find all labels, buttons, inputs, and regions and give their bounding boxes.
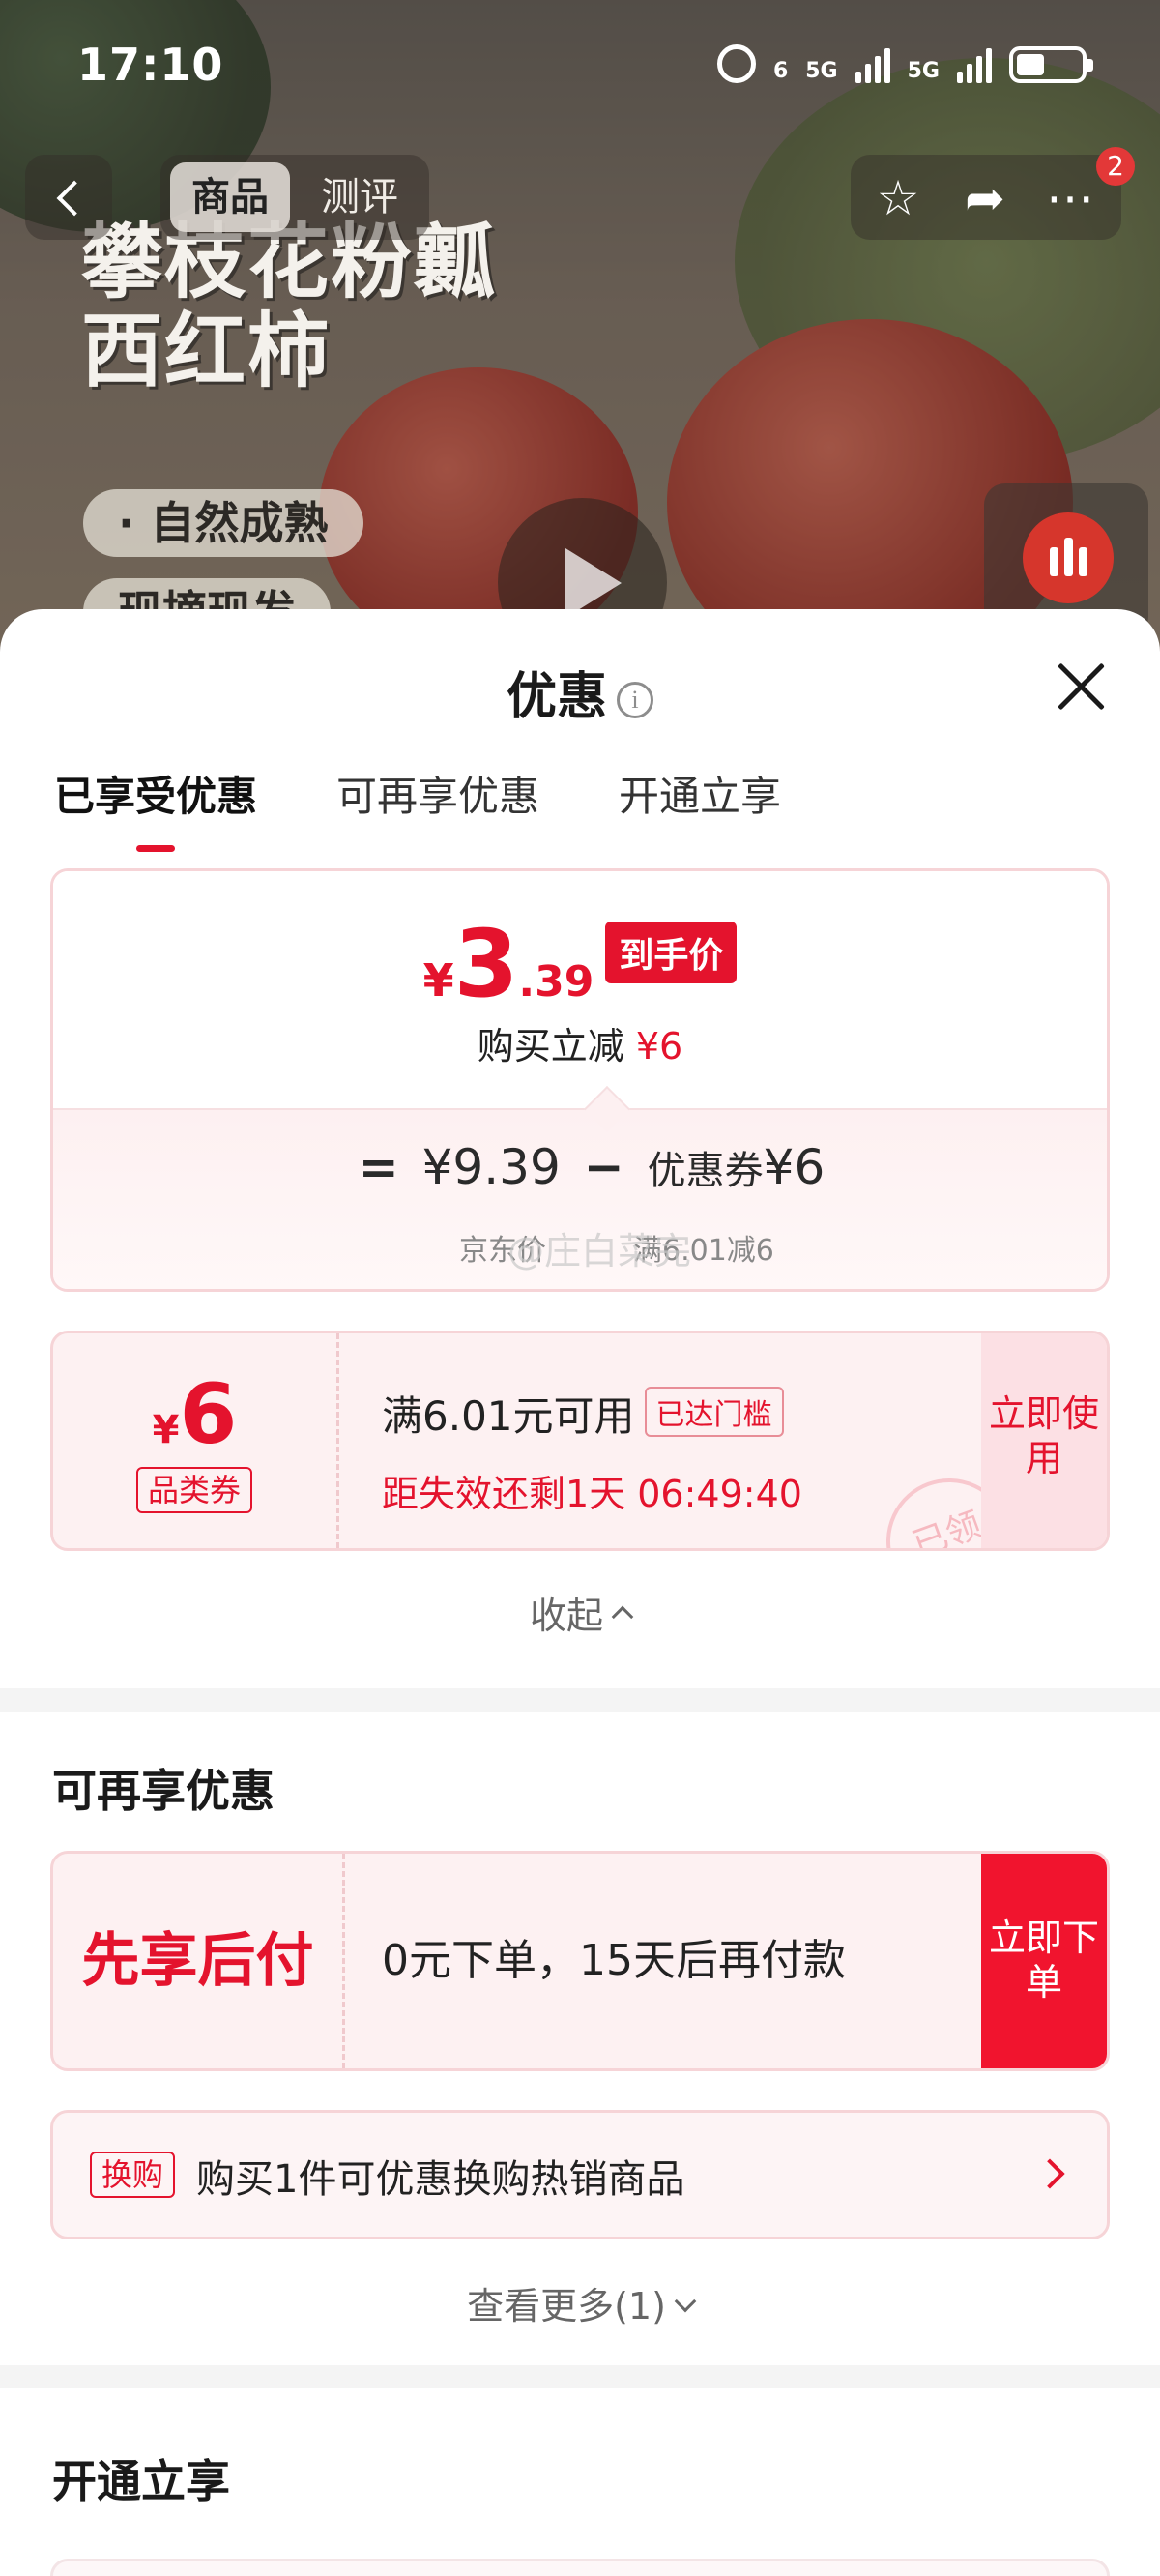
coupon-condition-text: 满6.01元可用 <box>382 1392 635 1440</box>
currency-symbol: ¥ <box>422 954 454 1007</box>
trade-in-text: 购买1件可优惠换购热销商品 <box>196 2157 685 2202</box>
info-icon[interactable]: i <box>617 682 653 718</box>
bnpl-title: 先享后付 <box>53 1854 345 2068</box>
category-coupon-card[interactable]: ¥6 品类券 满6.01元可用 已达门槛 距失效还剩1天 06:49:40 已领 … <box>50 1331 1110 1551</box>
section-title: 开通立享 <box>52 2455 230 2507</box>
section-title: 可再享优惠 <box>52 1765 275 1817</box>
watermark: @庄白菜完 <box>508 1230 692 1273</box>
price-breakdown: = ¥9.39− 优惠券¥6 京东价 满6.01减6 @庄白菜完 <box>53 1085 1107 1289</box>
price-summary: ¥3.39到手价 购买立减 ¥6 <box>53 871 1107 1108</box>
tab-product[interactable]: 商品 <box>170 162 290 232</box>
instant-discount: 购买立减 ¥6 <box>53 1016 1107 1069</box>
view-more-label: 查看更多(1) <box>467 2285 666 2327</box>
chart-bars-icon <box>1023 512 1114 603</box>
sheet-title: 优惠 <box>506 668 607 726</box>
final-price: ¥3.39到手价 <box>53 910 1107 1018</box>
notification-badge: 2 <box>1096 147 1135 186</box>
sheet-tabs: 已享受优惠 可再享优惠 开通立享 <box>54 764 781 852</box>
section-divider <box>0 1688 1160 1712</box>
coupon-condition: 满6.01元可用 已达门槛 <box>382 1384 802 1443</box>
use-now-button[interactable]: 立即使用 <box>981 1333 1107 1548</box>
coupon-expiry: 距失效还剩1天 06:49:40 <box>382 1473 802 1515</box>
coupon-label: 优惠券 <box>647 1149 764 1193</box>
sheet-header: 优惠 i <box>0 656 1160 728</box>
bnpl-description: 0元下单，15天后再付款 <box>382 1936 846 1985</box>
collapse-button[interactable]: 收起 <box>0 1586 1160 1639</box>
discount-sheet: 优惠 i 已享受优惠 可再享优惠 开通立享 ¥3.39到手价 购买立减 ¥6 = ¥… <box>0 609 1160 2576</box>
wifi-icon: 6 <box>772 59 789 83</box>
chevron-up-icon <box>611 1605 634 1628</box>
close-button[interactable] <box>1052 658 1110 716</box>
final-price-tag: 到手价 <box>605 922 738 983</box>
coupon-amount: ¥6 <box>763 1139 826 1195</box>
view-more-button[interactable]: 查看更多(1) <box>0 2276 1160 2329</box>
hero-title: 攀枝花粉瓤 西红柿 <box>81 218 497 395</box>
collapse-label: 收起 <box>529 1595 603 1637</box>
hero-chip: · 自然成熟 <box>83 489 363 557</box>
jd-price: ¥9.39 <box>421 1139 561 1195</box>
top-actions: ☆ ➦ ⋯ 2 <box>851 147 1135 240</box>
network-type-label: 5G <box>907 59 940 83</box>
trade-in-card[interactable]: 换购 购买1件可优惠换购热销商品 <box>50 2110 1110 2239</box>
coupon-amount: ¥6 <box>53 1366 336 1463</box>
signal-icon <box>957 44 992 83</box>
tab-enjoyed-discounts[interactable]: 已享受优惠 <box>54 764 257 852</box>
order-now-button[interactable]: 立即下单 <box>981 1854 1107 2068</box>
tab-more-discounts[interactable]: 可再享优惠 <box>336 764 539 823</box>
coupon-value: ¥6 品类券 <box>53 1333 339 1548</box>
battery-icon <box>1009 46 1093 83</box>
equals-sign: = <box>358 1139 399 1195</box>
share-icon[interactable]: ➦ <box>959 172 1011 224</box>
status-icons: 6 5G 5G <box>716 44 1093 83</box>
section-divider <box>0 2365 1160 2388</box>
status-bar: 17:10 6 5G 5G <box>0 0 1160 135</box>
price-formula: = ¥9.39− 优惠券¥6 <box>53 1139 1107 1195</box>
final-price-card: ¥3.39到手价 购买立减 ¥6 = ¥9.39− 优惠券¥6 京东价 满6.01减… <box>50 868 1110 1292</box>
buy-now-pay-later-card[interactable]: 先享后付 0元下单，15天后再付款 立即下单 <box>50 1851 1110 2071</box>
coupon-details: 满6.01元可用 已达门槛 距失效还剩1天 06:49:40 <box>382 1384 802 1517</box>
chevron-right-icon <box>1034 2158 1065 2189</box>
top-nav-tabs: 商品 测评 <box>160 155 429 240</box>
tab-activate-discounts[interactable]: 开通立享 <box>619 764 781 823</box>
coupon-number: 6 <box>179 1366 238 1463</box>
minus-sign: − <box>583 1139 624 1195</box>
status-time: 17:10 <box>77 39 224 91</box>
instant-discount-amount: ¥6 <box>635 1025 683 1068</box>
trade-in-tag: 换购 <box>90 2152 176 2198</box>
instant-discount-label: 购买立减 <box>477 1025 624 1068</box>
price-integer: 3 <box>453 910 519 1018</box>
hero-title-line: 西红柿 <box>81 304 332 398</box>
back-button[interactable] <box>25 155 112 240</box>
tab-review[interactable]: 测评 <box>300 162 420 232</box>
threshold-reached-tag: 已达门槛 <box>644 1387 784 1437</box>
signal-icon <box>855 44 890 83</box>
network-type-label: 5G <box>805 59 838 83</box>
more-icon[interactable]: ⋯ <box>1044 172 1096 224</box>
chevron-down-icon <box>674 2290 697 2313</box>
star-icon[interactable]: ☆ <box>872 172 924 224</box>
alarm-icon <box>716 44 756 83</box>
currency-symbol: ¥ <box>152 1408 180 1452</box>
membership-card-peek <box>50 2559 1110 2576</box>
coupon-type-tag: 品类券 <box>136 1467 253 1513</box>
price-decimal: .39 <box>518 957 594 1007</box>
